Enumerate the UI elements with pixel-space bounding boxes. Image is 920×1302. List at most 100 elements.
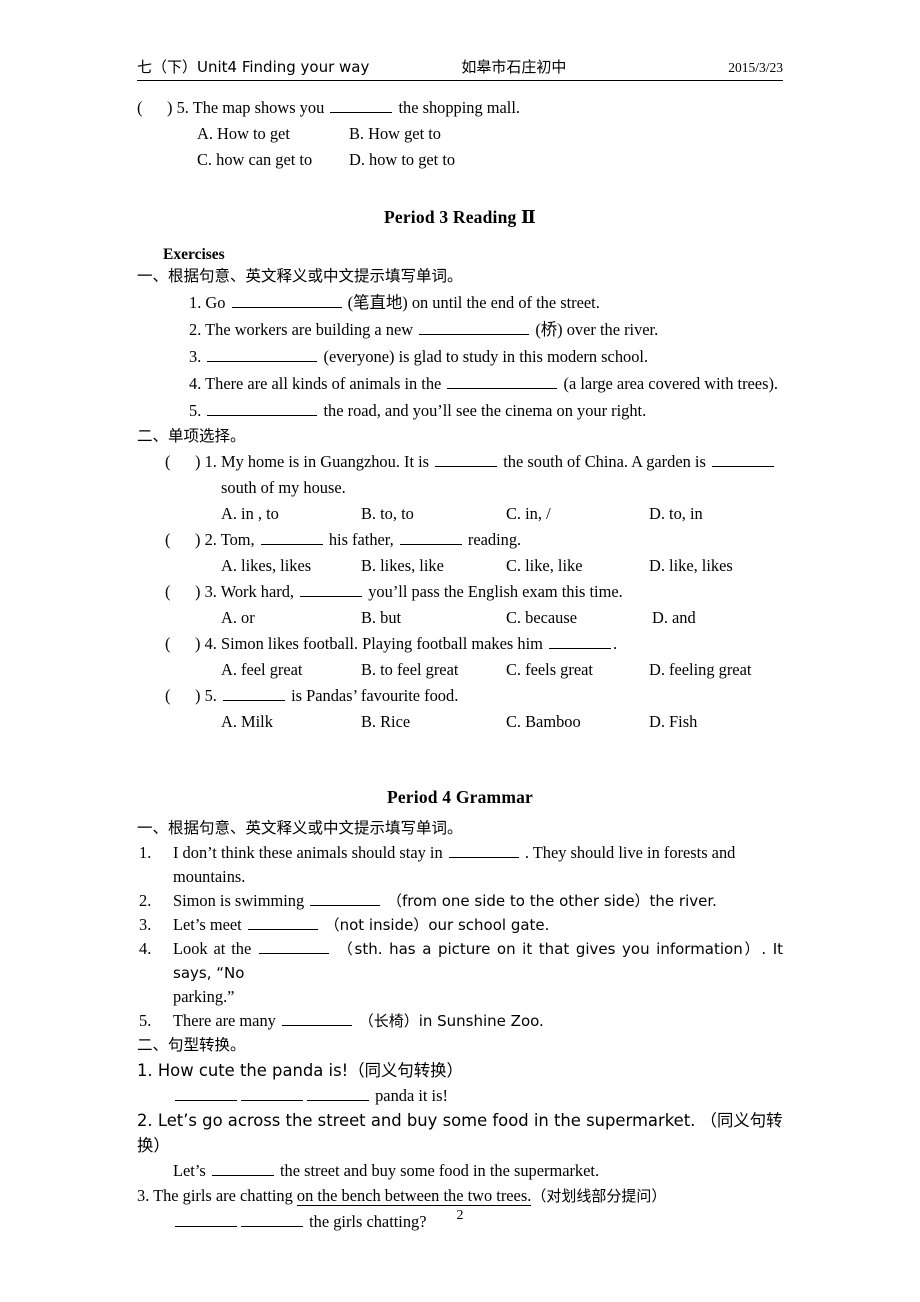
option-a[interactable]: A. or: [221, 605, 361, 631]
option-c[interactable]: C. feels great: [506, 657, 649, 683]
question-marker[interactable]: ( ) 2.: [165, 530, 221, 549]
header-date: 2015/3/23: [728, 60, 783, 75]
option-b[interactable]: B. but: [361, 605, 506, 631]
grammar-item-3: 3. Let’s meet （not inside）our school gate…: [137, 913, 783, 937]
transform-item-1-answer: panda it is!: [137, 1083, 783, 1108]
answer-blank[interactable]: [247, 913, 318, 930]
option-c[interactable]: C. like, like: [506, 553, 649, 579]
answer-blank[interactable]: [435, 450, 498, 467]
option-b[interactable]: B. to feel great: [361, 657, 506, 683]
underlined-phrase: on the bench between the two trees.: [296, 1185, 532, 1206]
item-text-after: (everyone) is glad to study in this mode…: [319, 346, 649, 366]
answer-blank[interactable]: [419, 318, 530, 335]
option-a[interactable]: A. likes, likes: [221, 553, 361, 579]
fill-item-2: 2. The workers are building a new (桥) ov…: [137, 316, 783, 343]
fill-item-3: 3. (everyone) is glad to study in this m…: [137, 343, 783, 370]
answer-blank[interactable]: [399, 528, 462, 545]
document-header: 七（下）Unit4 Finding your way 如皋市石庄初中 2015/…: [137, 58, 783, 81]
answer-blank[interactable]: [330, 96, 393, 113]
carryover-stem-suffix: the shopping mall.: [394, 97, 521, 117]
option-d[interactable]: D. and: [652, 605, 696, 631]
answer-blank[interactable]: [448, 841, 519, 858]
option-c[interactable]: C. Bamboo: [506, 709, 649, 735]
option-d[interactable]: D. to, in: [649, 501, 703, 527]
option-b[interactable]: B. to, to: [361, 501, 506, 527]
answer-blank[interactable]: [711, 450, 774, 467]
item-text-after: the road, and you’ll see the cinema on y…: [319, 400, 647, 420]
mc-item-2-stem: ( ) 2. Tom, his father, reading.: [137, 527, 783, 553]
answer-blank[interactable]: [447, 372, 558, 389]
page-content: 七（下）Unit4 Finding your way 如皋市石庄初中 2015/…: [137, 58, 783, 1234]
item-number: 5.: [139, 1010, 152, 1030]
option-b[interactable]: B. likes, like: [361, 553, 506, 579]
mc-item-1-stem: ( ) 1. My home is in Guangzhou. It is th…: [137, 449, 783, 475]
answer-blank[interactable]: [241, 1084, 303, 1101]
item-text-before: Let’s meet: [173, 914, 246, 934]
period3-title: Period 3 Reading Ⅱ: [383, 206, 537, 227]
item-number: 3.: [139, 914, 152, 934]
answer-blank[interactable]: [175, 1084, 237, 1101]
answer-blank[interactable]: [207, 345, 318, 362]
item-text-after: （from one side to the other side）the riv…: [382, 891, 717, 910]
item-text-before: Go: [205, 292, 230, 312]
option-a[interactable]: A. Milk: [221, 709, 361, 735]
document-page: 七（下）Unit4 Finding your way 如皋市石庄初中 2015/…: [0, 0, 920, 1302]
mc-item-4-stem: ( ) 4. Simon likes football. Playing foo…: [137, 631, 783, 657]
answer-blank[interactable]: [310, 889, 381, 906]
option-b[interactable]: B. Rice: [361, 709, 506, 735]
question-marker[interactable]: ( ) 4.: [165, 634, 221, 653]
option-c[interactable]: C. because: [506, 605, 652, 631]
option-d[interactable]: D. feeling great: [649, 657, 751, 683]
option-c[interactable]: C. how can get to: [197, 147, 349, 173]
mc-item-4-options: A. feel great B. to feel great C. feels …: [137, 657, 783, 683]
transform-item-1-question: 1. How cute the panda is!（同义句转换）: [137, 1060, 463, 1080]
item-text-before: There are many: [173, 1010, 280, 1030]
answer-blank[interactable]: [307, 1084, 369, 1101]
answer-blank[interactable]: [281, 1009, 352, 1026]
item-number: 1.: [139, 842, 152, 862]
question-marker[interactable]: ( ) 3.: [165, 582, 221, 601]
question-marker[interactable]: ( ) 1.: [165, 452, 221, 471]
answer-blank[interactable]: [207, 399, 318, 416]
period4-title: Period 4 Grammar: [386, 786, 534, 807]
stem-part-a: Tom,: [220, 529, 259, 549]
item-text-before: I don’t think these animals should stay …: [173, 842, 447, 862]
item-number: 4.: [189, 373, 206, 393]
stem-part-b: you’ll pass the English exam this time.: [364, 581, 623, 601]
answer-blank[interactable]: [548, 632, 611, 649]
option-a[interactable]: A. feel great: [221, 657, 361, 683]
transform-item-2-question: 2. Let’s go across the street and buy so…: [137, 1110, 783, 1155]
item-text-before: The workers are building a new: [205, 319, 418, 339]
answer-blank[interactable]: [231, 291, 342, 308]
option-a[interactable]: A. How to get: [197, 121, 349, 147]
option-a[interactable]: A. in , to: [221, 501, 361, 527]
option-c[interactable]: C. in, /: [506, 501, 649, 527]
option-d[interactable]: D. Fish: [649, 709, 697, 735]
answer-blank[interactable]: [211, 1159, 274, 1176]
item-number: 5.: [189, 400, 206, 420]
option-b[interactable]: B. How get to: [349, 121, 441, 147]
option-d[interactable]: D. like, likes: [649, 553, 733, 579]
stem-part-a: Work hard,: [220, 581, 299, 601]
answer-blank[interactable]: [223, 684, 285, 701]
answer-text-before: Let’s: [173, 1160, 210, 1180]
header-left-text: 七（下）Unit4 Finding your way: [137, 58, 370, 76]
transform-item-2-answer: Let’s the street and buy some food in th…: [137, 1158, 783, 1183]
period3-section2-heading: 二、单项选择。: [137, 426, 246, 445]
period3-section1-heading: 一、根据句意、英文释义或中文提示填写单词。: [137, 266, 463, 285]
question-marker[interactable]: ( ) 5.: [165, 686, 221, 705]
answer-blank[interactable]: [260, 528, 323, 545]
option-d[interactable]: D. how to get to: [349, 147, 455, 173]
grammar-item-1-wrap: mountains.: [173, 866, 246, 886]
mc-item-3-stem: ( ) 3. Work hard, you’ll pass the Englis…: [137, 579, 783, 605]
grammar-item-4: 4. Look at the （sth. has a picture on it …: [137, 937, 783, 985]
item-text-before: There are all kinds of animals in the: [205, 373, 446, 393]
document-body: ( ) 5. The map shows you the shopping ma…: [137, 81, 783, 1234]
answer-blank[interactable]: [300, 580, 363, 597]
carryover-options-row-1: A. How to get B. How get to: [137, 121, 783, 147]
answer-blank[interactable]: [259, 937, 330, 954]
page-number: 2: [456, 1208, 464, 1223]
